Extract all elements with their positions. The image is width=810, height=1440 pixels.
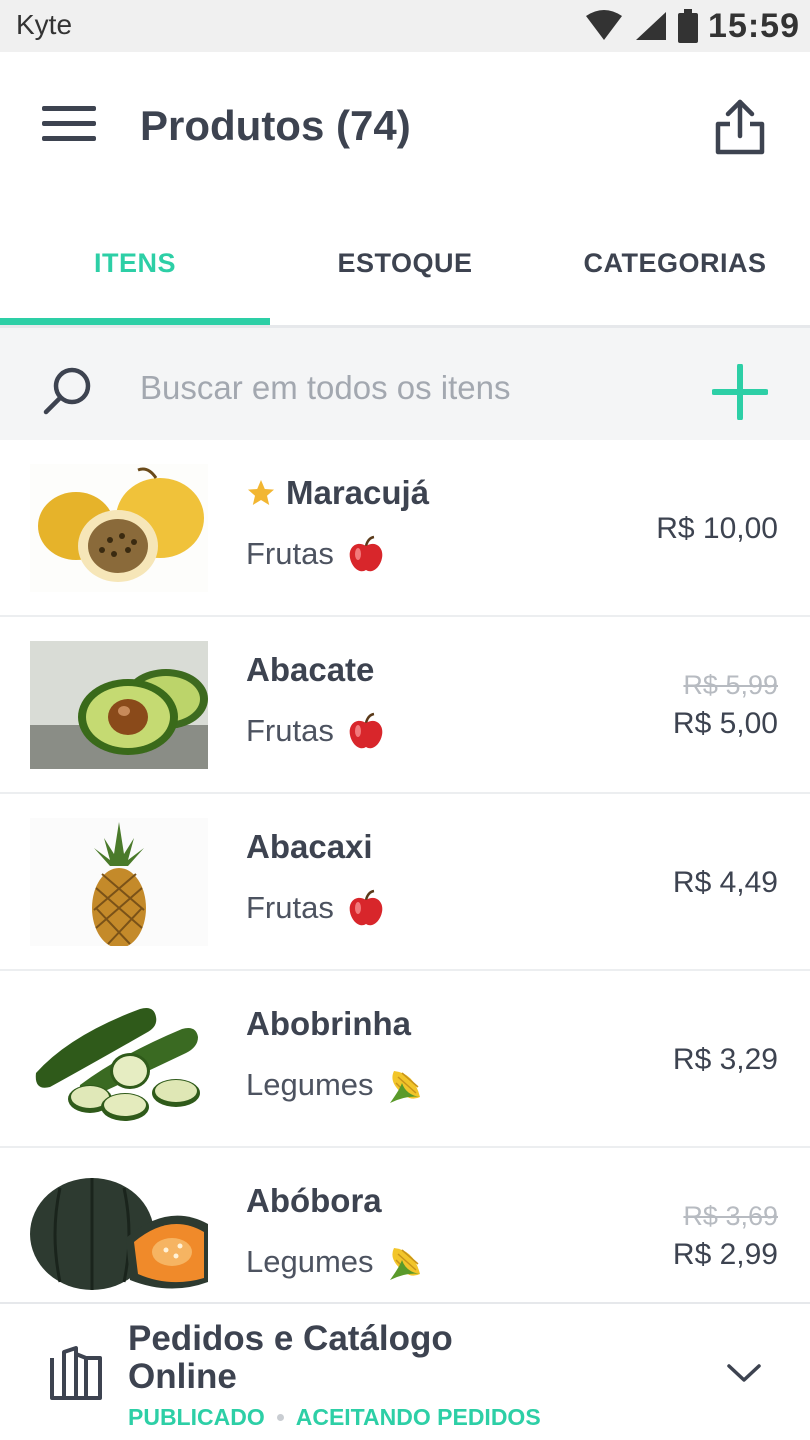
product-image-passion-fruit [30, 464, 208, 592]
product-price: R$ 3,29 [672, 1042, 778, 1076]
price-block: R$ 3,69 R$ 2,99 [673, 1148, 778, 1325]
product-row-abacaxi[interactable]: Abacaxi Frutas R$ 4,49 [0, 794, 810, 971]
apple-icon [349, 535, 383, 572]
product-category: Legumes [246, 1242, 426, 1282]
product-price: R$ 4,49 [672, 865, 778, 899]
online-catalog-title: Pedidos e Catálogo Online [128, 1319, 453, 1396]
online-catalog-panel[interactable]: Pedidos e Catálogo Online PUBLICADO ACEI… [0, 1302, 810, 1440]
status-icons: 15:59 [584, 6, 800, 46]
product-name-text: Abóbora [246, 1182, 382, 1219]
tab-categorias[interactable]: CATEGORIAS [540, 202, 810, 325]
product-row-maracuja[interactable]: Maracujá Frutas R$ 10,00 [0, 440, 810, 617]
price-block: R$ 10,00 [656, 440, 778, 617]
active-tab-indicator [0, 318, 270, 325]
price-block: R$ 4,49 [673, 794, 778, 971]
corn-icon [389, 1248, 420, 1280]
product-category: Legumes [246, 1065, 426, 1105]
product-price: R$ 10,00 [656, 511, 778, 545]
hamburger-menu-icon[interactable] [42, 106, 96, 146]
product-name: Abobrinha [246, 1005, 411, 1043]
category-label: Frutas [246, 713, 334, 748]
product-old-price: R$ 5,99 [683, 670, 778, 700]
search-icon[interactable] [40, 364, 96, 420]
signal-icon [636, 12, 667, 40]
status-accepting-orders: ACEITANDO PEDIDOS [295, 1404, 541, 1430]
plus-icon[interactable] [712, 364, 768, 420]
tab-estoque[interactable]: ESTOQUE [270, 202, 540, 325]
book-icon [50, 1346, 102, 1400]
app-bar: Produtos (74) [0, 52, 810, 202]
product-name-text: Abobrinha [246, 1005, 411, 1042]
product-name-text: Abacaxi [246, 828, 373, 865]
online-catalog-status: PUBLICADO ACEITANDO PEDIDOS [128, 1404, 541, 1431]
product-price: R$ 5,00 [672, 707, 778, 740]
product-category: Frutas [246, 534, 386, 574]
tab-itens[interactable]: ITENS [0, 202, 270, 325]
product-name-text: Maracujá [286, 474, 430, 511]
product-row-abobora[interactable]: Abóbora Legumes R$ 3,69 R$ 2,99 [0, 1148, 810, 1325]
category-label: Frutas [246, 536, 334, 571]
wifi-icon [586, 10, 623, 40]
product-image-pumpkin [30, 1172, 208, 1300]
product-image-pineapple [30, 818, 208, 946]
tab-bar: ITENS ESTOQUE CATEGORIAS [0, 202, 810, 328]
product-name: Maracujá [246, 474, 429, 512]
product-price: R$ 2,99 [672, 1238, 778, 1271]
star-icon [248, 480, 274, 505]
product-name-text: Abacate [246, 651, 375, 688]
product-list: Maracujá Frutas R$ 10,00 Abacate Frutas … [0, 440, 810, 1325]
status-time: 15:59 [708, 6, 800, 45]
product-image-avocado [30, 641, 208, 769]
product-old-price: R$ 3,69 [683, 1201, 778, 1231]
product-name: Abacaxi [246, 828, 373, 866]
chevron-down-icon[interactable] [724, 1358, 764, 1388]
product-category: Frutas [246, 888, 386, 928]
product-image-zucchini [30, 995, 208, 1123]
product-name: Abóbora [246, 1182, 382, 1220]
price-block: R$ 3,29 [673, 971, 778, 1148]
apple-icon [349, 889, 383, 926]
category-label: Legumes [246, 1244, 374, 1279]
status-bar: Kyte 15:59 [0, 0, 810, 52]
status-published: PUBLICADO [128, 1404, 265, 1430]
share-upload-icon[interactable] [708, 96, 772, 160]
price-block: R$ 5,99 R$ 5,00 [673, 617, 778, 794]
product-row-abacate[interactable]: Abacate Frutas R$ 5,99 R$ 5,00 [0, 617, 810, 794]
product-category: Frutas [246, 711, 386, 751]
product-name: Abacate [246, 651, 374, 689]
search-input[interactable] [140, 358, 680, 418]
battery-icon [678, 9, 699, 43]
corn-icon [389, 1071, 420, 1103]
status-separator-dot [276, 1414, 284, 1421]
apple-icon [349, 712, 383, 749]
product-row-abobrinha[interactable]: Abobrinha Legumes R$ 3,29 [0, 971, 810, 1148]
page-title: Produtos (74) [140, 102, 411, 149]
status-app-name: Kyte [16, 9, 73, 40]
category-label: Frutas [246, 890, 334, 925]
category-label: Legumes [246, 1067, 374, 1102]
search-bar [0, 328, 810, 440]
